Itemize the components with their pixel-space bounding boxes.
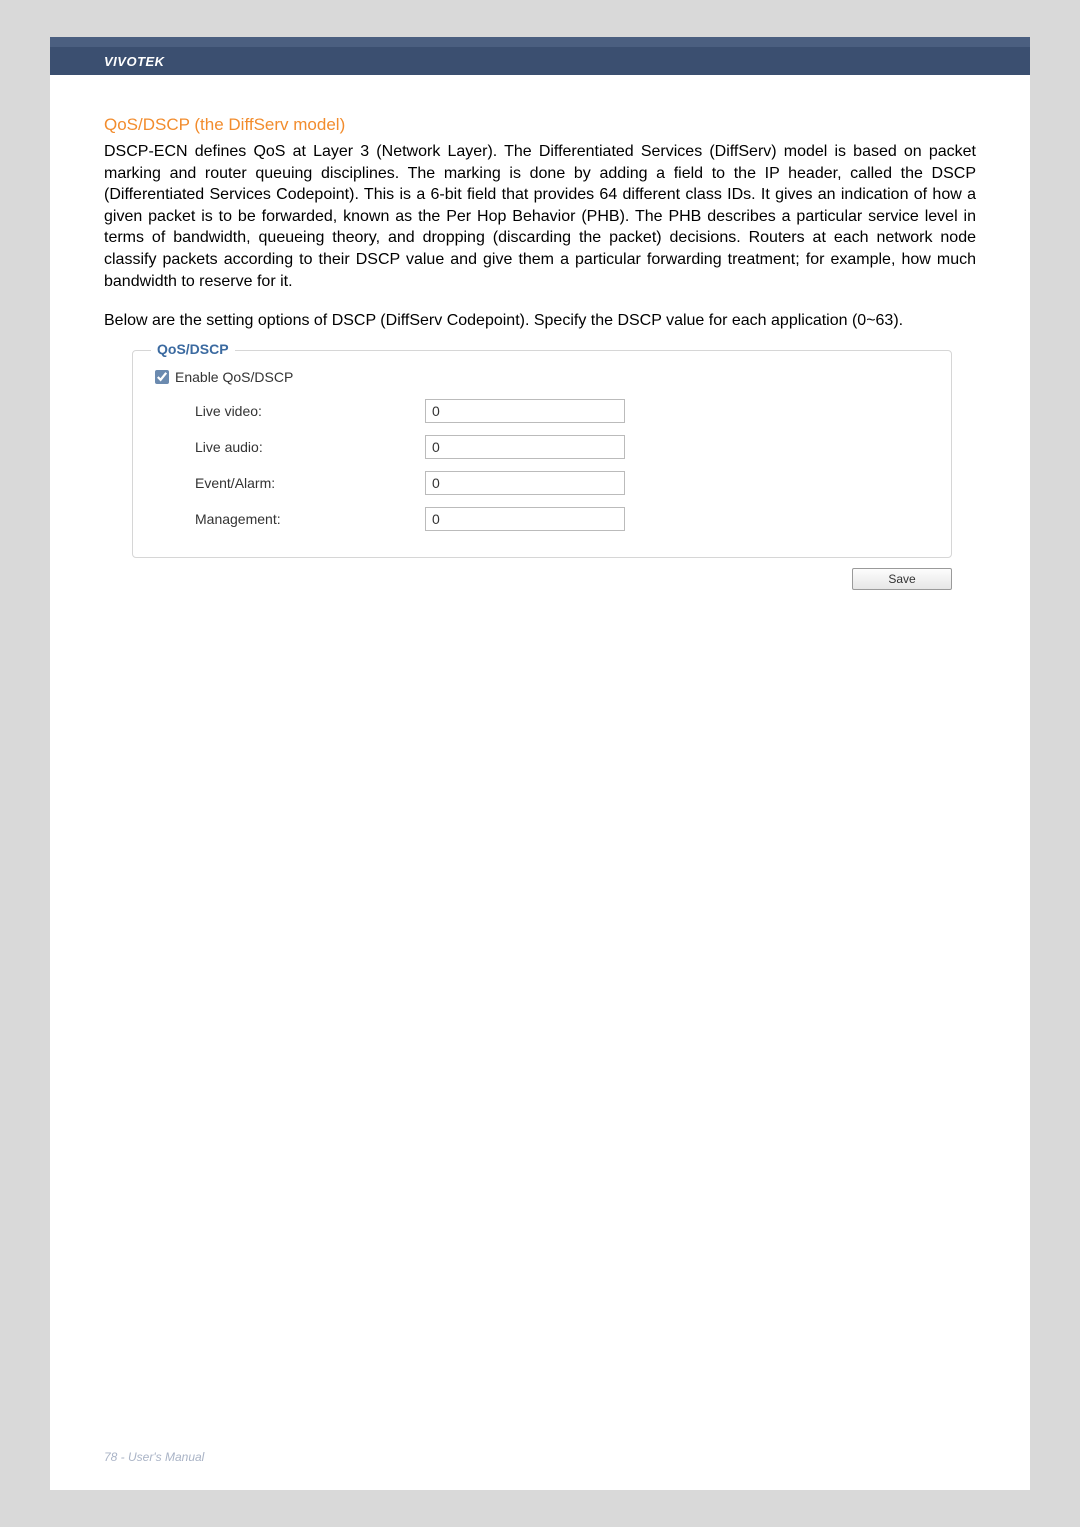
page: VIVOTEK QoS/DSCP (the DiffServ model) DS… xyxy=(50,37,1030,1490)
brand-text: VIVOTEK xyxy=(104,54,165,69)
input-event-alarm[interactable] xyxy=(425,471,625,495)
label-management: Management: xyxy=(195,511,425,527)
content-area: QoS/DSCP (the DiffServ model) DSCP-ECN d… xyxy=(50,75,1030,590)
qos-dscp-fieldset: QoS/DSCP Enable QoS/DSCP Live video: Liv… xyxy=(132,350,952,558)
input-live-audio[interactable] xyxy=(425,435,625,459)
header-band: VIVOTEK xyxy=(50,47,1030,75)
label-event-alarm: Event/Alarm: xyxy=(195,475,425,491)
input-management[interactable] xyxy=(425,507,625,531)
label-live-audio: Live audio: xyxy=(195,439,425,455)
fieldset-legend: QoS/DSCP xyxy=(151,341,235,357)
save-button[interactable]: Save xyxy=(852,568,952,590)
row-management: Management: xyxy=(195,507,929,531)
row-event-alarm: Event/Alarm: xyxy=(195,471,929,495)
paragraph-2: Below are the setting options of DSCP (D… xyxy=(104,310,976,332)
page-footer: 78 - User's Manual xyxy=(104,1450,204,1464)
section-title: QoS/DSCP (the DiffServ model) xyxy=(104,115,976,135)
paragraph-1: DSCP-ECN defines QoS at Layer 3 (Network… xyxy=(104,141,976,292)
row-live-video: Live video: xyxy=(195,399,929,423)
fieldset-wrap: QoS/DSCP Enable QoS/DSCP Live video: Liv… xyxy=(132,350,976,558)
input-live-video[interactable] xyxy=(425,399,625,423)
row-live-audio: Live audio: xyxy=(195,435,929,459)
enable-qos-checkbox[interactable] xyxy=(155,370,169,384)
enable-row: Enable QoS/DSCP xyxy=(155,369,929,385)
header-top-stripe xyxy=(50,37,1030,47)
enable-qos-label: Enable QoS/DSCP xyxy=(175,369,293,385)
label-live-video: Live video: xyxy=(195,403,425,419)
save-row: Save xyxy=(132,568,952,590)
